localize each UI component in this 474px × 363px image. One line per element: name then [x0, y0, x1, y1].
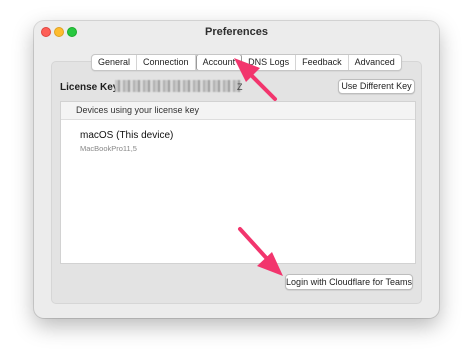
annotation-arrows: [234, 58, 283, 276]
arrow-to-account-tab-icon: [234, 58, 277, 101]
arrow-to-teams-login-icon: [238, 227, 283, 276]
